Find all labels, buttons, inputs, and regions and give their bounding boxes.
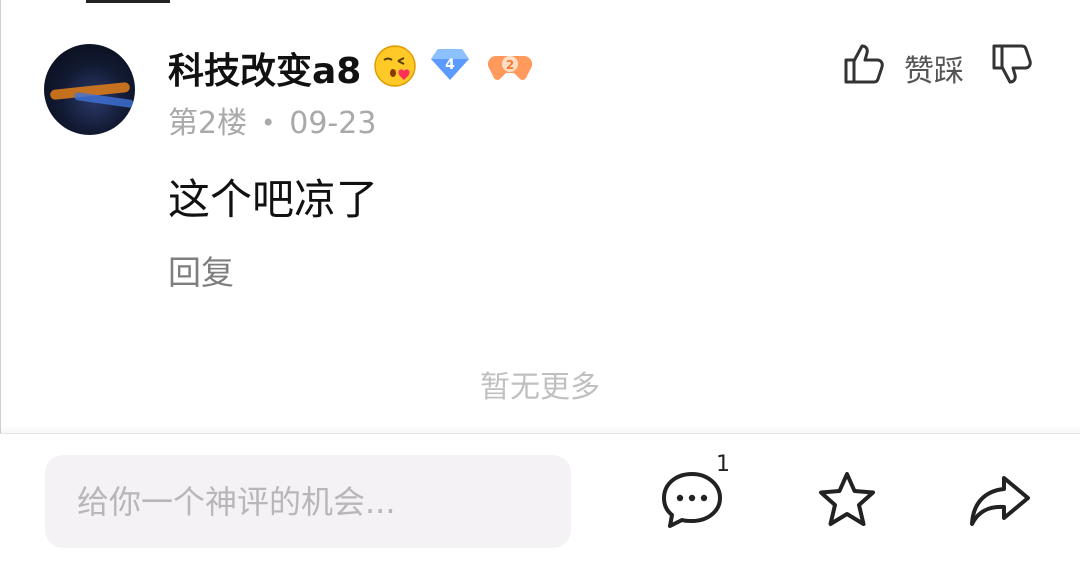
share-icon[interactable]	[966, 468, 1032, 534]
game-badge-text: 2	[506, 58, 514, 72]
post-meta: 第2楼 • 09-23	[168, 98, 376, 142]
comments-count: 1	[716, 452, 730, 477]
thumbs-up-icon[interactable]	[840, 40, 888, 88]
thumbs-down-icon[interactable]	[988, 40, 1036, 88]
level-badge-icon: 4	[431, 49, 469, 80]
star-icon[interactable]	[814, 468, 880, 534]
avatar[interactable]	[44, 44, 135, 135]
level-badge-text: 4	[445, 57, 455, 73]
vote-label: 赞踩	[904, 54, 964, 89]
floor-number: 第2楼	[168, 106, 248, 141]
meta-separator: •	[261, 109, 276, 137]
comment-input[interactable]	[45, 455, 571, 548]
list-end-text: 暂无更多	[480, 370, 600, 405]
username[interactable]: 科技改变a8	[168, 42, 361, 94]
game-badge-icon: 2	[488, 55, 532, 80]
reply-button[interactable]: 回复	[168, 246, 234, 294]
bottom-comment-bar: 1	[0, 426, 1080, 564]
tab-indicator	[86, 0, 170, 3]
comment-text: 这个吧凉了	[168, 175, 379, 224]
comment-icon[interactable]	[660, 468, 724, 532]
kissing-face-emoji-icon	[374, 45, 416, 87]
post-date: 09-23	[289, 106, 377, 141]
